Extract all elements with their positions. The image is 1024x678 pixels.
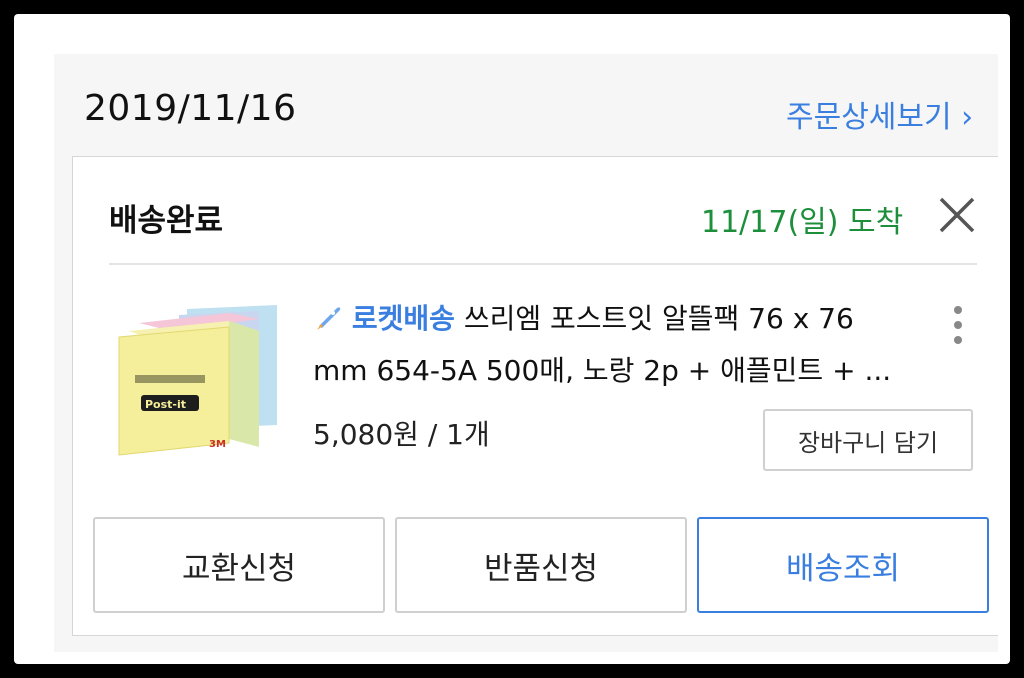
svg-text:3M: 3M	[209, 439, 226, 450]
arrival-date: 11/17(일) 도착	[701, 205, 904, 240]
return-request-button[interactable]: 반품신청	[395, 517, 687, 613]
exchange-request-button[interactable]: 교환신청	[93, 517, 385, 613]
brand-logo: Post-it	[145, 398, 186, 411]
product-title-line-2[interactable]: mm 654-5A 500매, 노랑 2p + 애플민트 + ...	[313, 349, 891, 389]
shipment-card: 배송완료 11/17(일) 도착 Post-it 3M 로켓배송 쓰리엠 포스트…	[72, 156, 998, 636]
add-to-cart-button[interactable]: 장바구니 담기	[763, 409, 973, 471]
product-title-line-1[interactable]: 로켓배송 쓰리엠 포스트잇 알뜰팩 76 x 76	[313, 297, 854, 337]
close-icon[interactable]	[935, 193, 979, 237]
screenshot-frame: 2019/11/16 주문상세보기 › 배송완료 11/17(일) 도착 Pos…	[14, 14, 1010, 664]
rocket-delivery-badge: 로켓배송	[351, 302, 455, 335]
divider	[109, 263, 977, 265]
more-options-icon[interactable]	[943, 303, 973, 347]
order-panel: 2019/11/16 주문상세보기 › 배송완료 11/17(일) 도착 Pos…	[54, 54, 998, 652]
product-price: 5,080원 / 1개	[313, 418, 490, 451]
order-detail-link[interactable]: 주문상세보기 ›	[786, 92, 973, 136]
track-delivery-button[interactable]: 배송조회	[697, 517, 989, 613]
order-date: 2019/11/16	[84, 88, 297, 129]
rocket-icon	[313, 302, 352, 335]
product-thumbnail[interactable]: Post-it 3M	[109, 297, 299, 467]
delivery-status: 배송완료	[109, 203, 224, 239]
